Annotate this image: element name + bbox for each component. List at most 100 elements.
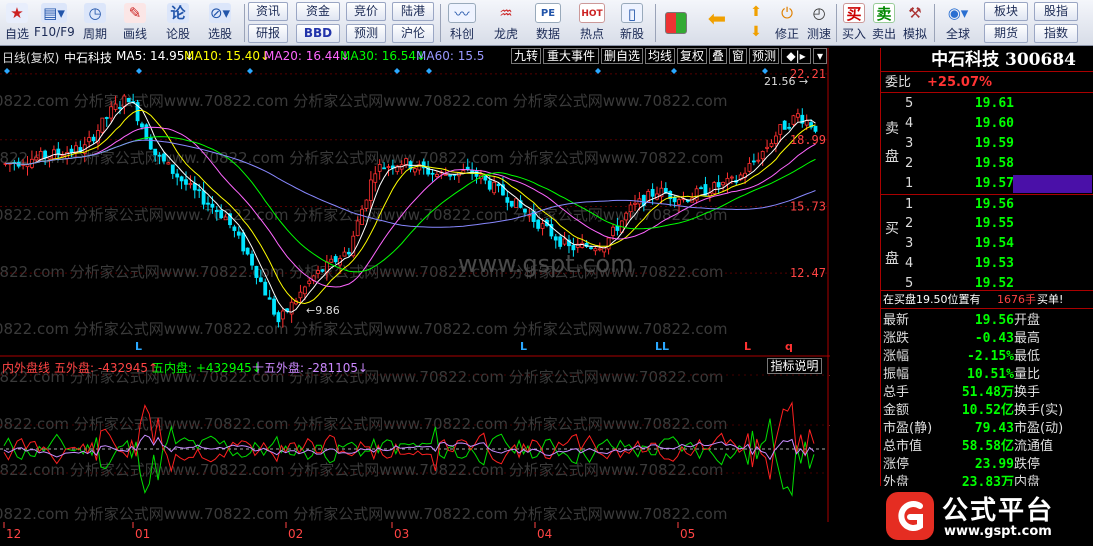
tab-window[interactable]: 窗: [729, 48, 747, 64]
sell-level-row[interactable]: 3 19.59: [881, 134, 1093, 154]
forum-button[interactable]: 论 论股: [162, 2, 194, 44]
candle-body: [316, 270, 320, 274]
ma5-value: MA5: 14.95↓: [116, 49, 195, 63]
stat-label: 市盈(静): [883, 421, 933, 436]
hot-topic-button[interactable]: HOT 热点: [574, 2, 610, 44]
candle-body: [126, 98, 131, 103]
news-button[interactable]: 资讯: [248, 2, 288, 21]
candle-body: [342, 251, 347, 257]
buy-button[interactable]: 买 买入: [840, 2, 868, 44]
buy-level-row[interactable]: 3 19.54: [881, 234, 1093, 254]
futures-button[interactable]: 期货: [984, 24, 1028, 43]
candle-body: [769, 142, 774, 147]
candle-body: [144, 124, 149, 140]
stat-value: 58.58亿: [961, 439, 1014, 454]
speedtest-button[interactable]: ◴ 测速: [804, 2, 834, 44]
stock-index-button[interactable]: 股指: [1034, 2, 1078, 21]
candle-body: [492, 181, 497, 194]
period-button[interactable]: ◷ 周期: [78, 2, 112, 44]
sector-button[interactable]: 板块: [984, 2, 1028, 21]
candle-body: [628, 204, 633, 213]
candle-body: [192, 183, 197, 191]
correct-button[interactable]: ⏻ 修正: [772, 2, 802, 44]
sell-level-row[interactable]: 1 19.57: [881, 174, 1093, 194]
candle-body: [210, 203, 215, 208]
main-toolbar: ★ 自选 ▤▾ F10/F9 ◷ 周期 ✎ 画线 论 论股 ⊘▾ 选股 资讯 资…: [0, 0, 1093, 46]
candle-body: [558, 236, 563, 247]
buy-level-row[interactable]: 4 19.53: [881, 254, 1093, 274]
inner-outer-volume-chart[interactable]: 0822.com 分析家公式网www.70822.com 分析家公式网www.7…: [0, 357, 830, 524]
tab-jiuzhuan[interactable]: 九转: [511, 48, 541, 64]
stat-value: -0.43: [974, 331, 1014, 346]
kechuang-icon: 〰: [448, 3, 476, 23]
shanghai-london-button[interactable]: 沪伦: [392, 24, 434, 43]
candle-body: [162, 153, 166, 162]
star-icon: ★: [6, 3, 28, 23]
candle-body: [435, 174, 439, 177]
kechuang-button[interactable]: 〰 科创: [444, 2, 480, 44]
simulate-button[interactable]: ⚒ 模拟: [900, 2, 930, 44]
watermark-text: 0822.com 分析家公式网www.70822.com 分析家公式网www.7…: [0, 415, 727, 433]
sell-level-row[interactable]: 2 19.58: [881, 154, 1093, 174]
weibi-row: 委比 +25.07%: [881, 73, 1093, 93]
kline-chart[interactable]: 0822.com 分析家公式网www.70822.com 分析家公式网www.7…: [0, 48, 830, 357]
brand-url: www.gspt.com: [944, 524, 1052, 539]
stock-pick-button[interactable]: ⊘▾ 选股: [200, 2, 240, 44]
candle-body: [778, 124, 783, 135]
period-label[interactable]: 日线(复权): [2, 49, 59, 66]
candle-body: [307, 280, 312, 285]
tab-overlay[interactable]: 叠: [709, 48, 727, 64]
fund-flow-button[interactable]: 资金: [296, 2, 340, 21]
candle-body: [782, 120, 787, 130]
f10-button[interactable]: ▤▾ F10/F9: [34, 2, 75, 44]
candle-body: [650, 188, 655, 197]
indicator-title[interactable]: 内外盘线: [2, 359, 50, 376]
candle-body: [157, 154, 162, 157]
candle-body: [254, 265, 259, 278]
candle-body: [38, 151, 43, 160]
toolbar-divider: [836, 4, 837, 42]
toolbar-divider: [655, 4, 656, 42]
candle-body: [25, 164, 30, 168]
dragon-tiger-button[interactable]: ♒ 龙虎: [488, 2, 524, 44]
hk-connect-button[interactable]: 陆港: [392, 2, 434, 21]
tab-forecast[interactable]: 预测: [749, 48, 779, 64]
auction-button[interactable]: 竞价: [346, 2, 386, 21]
research-button[interactable]: 研报: [248, 24, 288, 43]
brand-name: 公式平台: [942, 496, 1055, 526]
tab-remove-watchlist[interactable]: 删自选: [601, 48, 643, 64]
data-button[interactable]: PE 数据: [530, 2, 566, 44]
color-grid-button[interactable]: [662, 2, 690, 44]
forecast-button[interactable]: 预测: [346, 24, 386, 43]
tab-dropdown[interactable]: ▾: [813, 48, 827, 64]
tab-major-events[interactable]: 重大事件: [543, 48, 599, 64]
index-button[interactable]: 指数: [1034, 24, 1078, 43]
candle-body: [443, 173, 448, 176]
global-button[interactable]: ◉▾ 全球: [938, 2, 978, 44]
page-up-button[interactable]: ⬆ ⬇: [742, 2, 770, 44]
draw-line-button[interactable]: ✎ 画线: [118, 2, 152, 44]
sell-level-row[interactable]: 5 19.61: [881, 94, 1093, 114]
back-button[interactable]: ⬅: [702, 2, 732, 44]
tab-ma[interactable]: 均线: [645, 48, 675, 64]
toolbar-divider: [934, 4, 935, 42]
bbd-button[interactable]: BBD: [296, 24, 340, 43]
sell-level-row[interactable]: 4 19.60: [881, 114, 1093, 134]
watchlist-button[interactable]: ★ 自选: [2, 2, 32, 44]
indicator-help-button[interactable]: 指标说明: [767, 358, 822, 374]
stat-row: 涨跌 -0.43 最高: [881, 330, 1093, 348]
buy-level-row[interactable]: 2 19.55: [881, 214, 1093, 234]
ipo-button[interactable]: ▯ 新股: [614, 2, 650, 44]
sub-tick-label: +183720: [829, 369, 830, 382]
candle-body: [276, 312, 281, 323]
sell-button[interactable]: 卖 卖出: [870, 2, 898, 44]
candle-body: [382, 167, 386, 170]
candle-body: [514, 198, 519, 209]
level-number: 1: [905, 176, 914, 191]
stat-value: 19.56: [974, 313, 1014, 328]
candle-body: [496, 183, 501, 187]
tab-toggle-panel[interactable]: ◆|▸: [781, 48, 811, 64]
tab-adjust[interactable]: 复权: [677, 48, 707, 64]
f10-icon: ▤▾: [41, 3, 67, 23]
buy-level-row[interactable]: 1 19.56: [881, 194, 1093, 214]
